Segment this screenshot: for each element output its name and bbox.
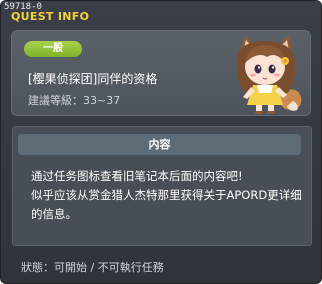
npc-right-eye: [268, 64, 276, 74]
description-line: 的信息。: [31, 207, 77, 221]
npc-left-eye: [254, 64, 262, 74]
description-line: 似乎应该从赏金猎人杰特那里获得关于APORD更详细: [31, 188, 302, 202]
quest-name: [樱果侦探团]同伴的资格: [28, 72, 158, 86]
content-section-header: 内容: [18, 134, 301, 155]
quest-recommended-level: 建議等級：33~37: [28, 94, 121, 107]
quest-description: 通过任务图标查看旧笔记本后面的内容吧! 似乎应该从赏金猎人杰特那里获得关于APO…: [31, 167, 309, 224]
quest-info-window: 59718-0 QUEST INFO 一般 [樱果侦探团]同伴的资格 建議等級：…: [0, 0, 322, 284]
description-line: 通过任务图标查看旧笔记本后面的内容吧!: [31, 169, 243, 183]
quest-status: 狀態：可開始 / 不可執行任務: [21, 261, 164, 274]
quest-category-badge: 一般: [24, 41, 82, 57]
window-title: QUEST INFO: [11, 10, 90, 23]
npc-portrait: [236, 35, 302, 114]
